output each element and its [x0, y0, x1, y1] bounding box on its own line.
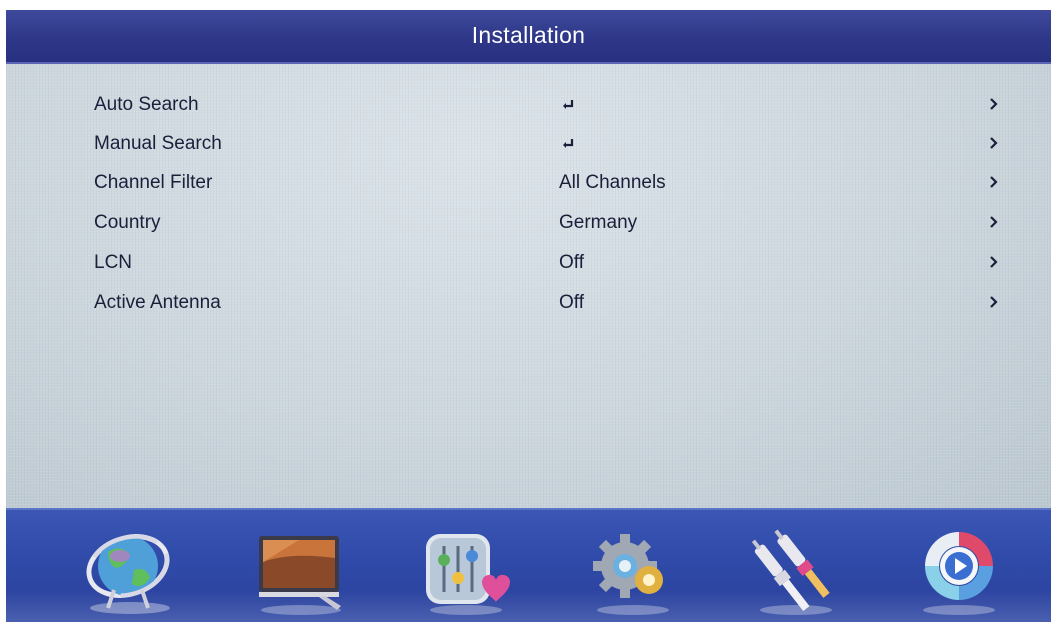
- av-connector-icon[interactable]: [744, 522, 844, 618]
- chevron-right-icon: [990, 98, 998, 110]
- menu-row-active-antenna[interactable]: Active Antenna Off: [6, 284, 1051, 324]
- menu-panel: Auto Search Manual Search Channel Filter…: [6, 64, 1051, 508]
- enter-icon: [563, 139, 574, 148]
- menu-row-value: Off: [559, 252, 584, 273]
- menu-row-lcn[interactable]: LCN Off: [6, 244, 1051, 284]
- menu-row-value: All Channels: [559, 172, 666, 193]
- menu-row-label: LCN: [94, 252, 133, 273]
- menu-row-value: Off: [559, 292, 584, 313]
- menu-row-label: Active Antenna: [94, 292, 221, 313]
- menu-row-label: Channel Filter: [94, 172, 213, 193]
- settings-gear-icon[interactable]: [583, 522, 683, 618]
- bottom-nav-bar: [6, 508, 1051, 622]
- media-play-icon[interactable]: [911, 522, 1011, 618]
- page-title: Installation: [471, 22, 586, 48]
- chevron-right-icon: [990, 296, 998, 308]
- chevron-right-icon: [990, 216, 998, 228]
- menu-row-label: Manual Search: [94, 133, 222, 154]
- chevron-right-icon: [990, 137, 998, 149]
- menu-row-label: Country: [94, 212, 161, 233]
- globe-channel-icon[interactable]: [78, 522, 178, 618]
- title-bar: Installation: [6, 10, 1051, 64]
- chevron-right-icon: [990, 176, 998, 188]
- menu-row-channel-filter[interactable]: Channel Filter All Channels: [6, 164, 1051, 204]
- menu-row-auto-search[interactable]: Auto Search: [6, 86, 1051, 126]
- enter-icon: [563, 100, 574, 109]
- sound-equalizer-icon[interactable]: [414, 522, 514, 618]
- menu-row-country[interactable]: Country Germany: [6, 204, 1051, 244]
- chevron-right-icon: [990, 256, 998, 268]
- tv-picture-icon[interactable]: [249, 522, 349, 618]
- menu-row-label: Auto Search: [94, 94, 199, 115]
- menu-row-value: Germany: [559, 212, 638, 233]
- tv-menu-screen: Installation Auto Search Manual Search C…: [6, 10, 1051, 622]
- menu-row-manual-search[interactable]: Manual Search: [6, 125, 1051, 165]
